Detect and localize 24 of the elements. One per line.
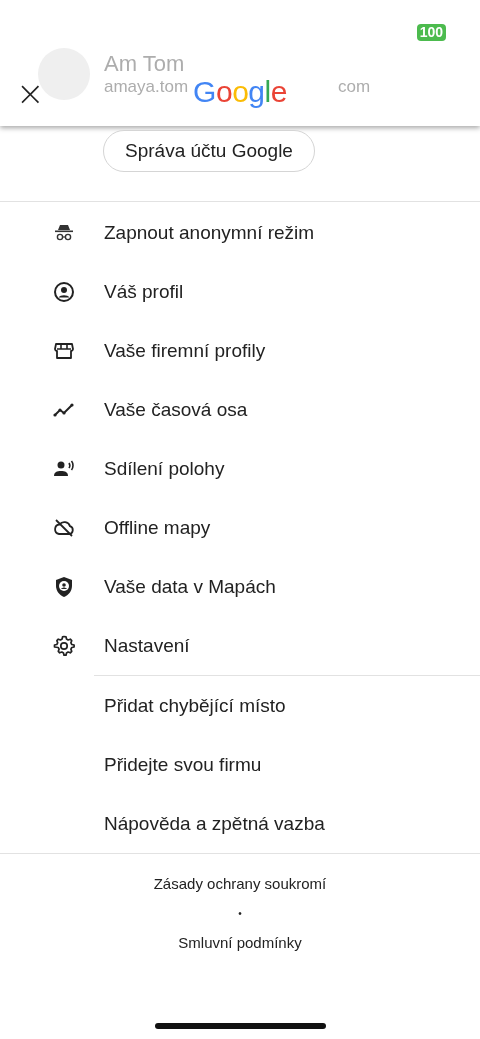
menu-item[interactable]: Váš profil	[0, 262, 480, 321]
menu-item[interactable]: Zapnout anonymní režim	[0, 203, 480, 262]
menu-item[interactable]: Offline mapy	[0, 498, 480, 557]
menu-item[interactable]: Nápověda a zpětná vazba	[0, 794, 480, 853]
battery-indicator: 100	[416, 24, 446, 41]
menu-item[interactable]: Vaše firemní profily	[0, 321, 480, 380]
manage-account-button[interactable]: Správa účtu Google	[103, 130, 315, 172]
google-logo: Google	[193, 74, 287, 110]
footer-link[interactable]: Smluvní podmínky	[178, 933, 302, 953]
footer-link[interactable]: Zásady ochrany soukromí	[153, 874, 327, 894]
separator-dot: •	[238, 907, 242, 921]
menu-item[interactable]: Sdílení polohy	[0, 439, 480, 498]
account-name: Am Tom	[104, 51, 186, 77]
account-email: com	[338, 77, 371, 97]
menu-item[interactable]: Vaše data v Mapách	[0, 557, 480, 616]
menu-item[interactable]: Přidejte svou firmu	[0, 735, 480, 794]
menu-item[interactable]: Nastavení	[0, 616, 480, 675]
close-button[interactable]: ×	[16, 79, 44, 107]
menu-item[interactable]: Přidat chybějící místo	[0, 676, 480, 735]
settings-icon	[52, 633, 76, 658]
home-indicator[interactable]	[155, 1023, 326, 1029]
profile-icon	[52, 279, 76, 304]
account-email: amaya.tom	[104, 77, 189, 97]
menu-item[interactable]: Vaše časová osa	[0, 380, 480, 439]
